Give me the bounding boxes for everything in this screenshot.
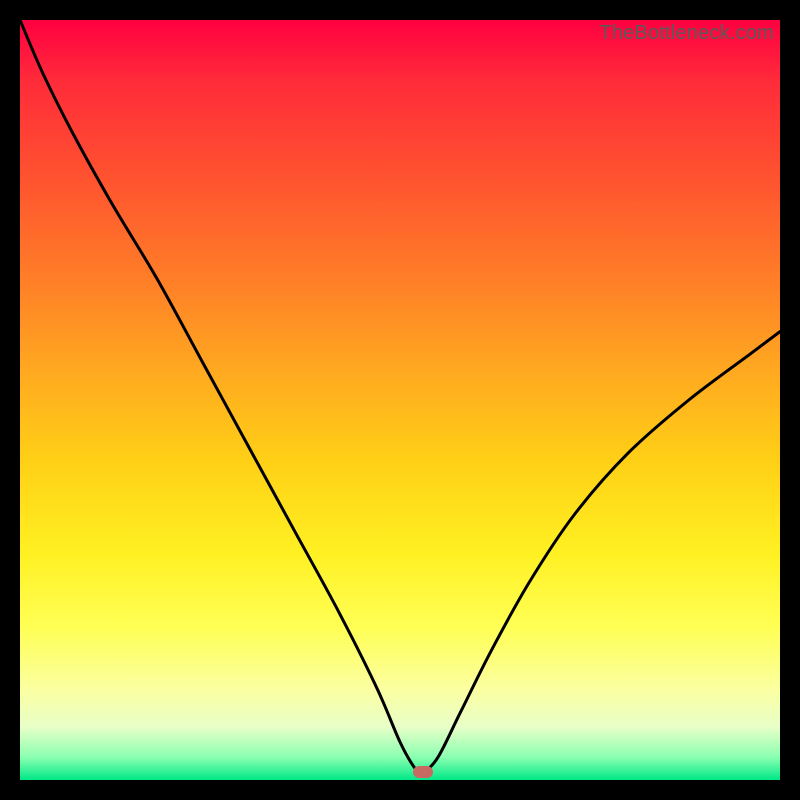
curve-path (20, 20, 780, 773)
optimum-marker (413, 766, 433, 778)
chart-frame: TheBottleneck.com (0, 0, 800, 800)
chart-plot-area: TheBottleneck.com (20, 20, 780, 780)
bottleneck-curve (20, 20, 780, 780)
